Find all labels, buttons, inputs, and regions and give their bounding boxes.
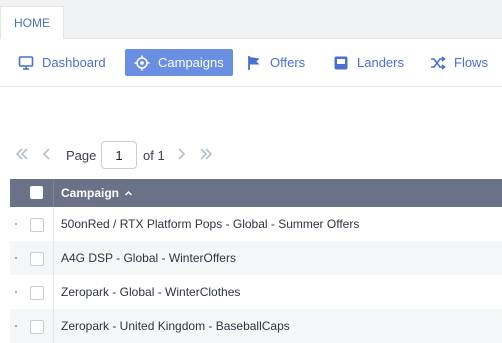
row-checkbox[interactable] (30, 286, 44, 300)
square-icon (333, 55, 349, 71)
main-nav: Dashboard Campaigns Offers Landers Flows (0, 39, 502, 87)
table-row[interactable]: 50onRed / RTX Platform Pops - Global - S… (10, 207, 502, 241)
campaign-name: Zeropark - Global - WinterClothes (61, 285, 241, 299)
campaign-column-header[interactable]: Campaign (61, 186, 133, 200)
row-checkbox[interactable] (30, 320, 44, 334)
table-row[interactable]: Zeropark - United Kingdom - BaseballCaps (10, 309, 502, 343)
nav-item-flows[interactable]: Flows (430, 49, 488, 76)
campaign-name: A4G DSP - Global - WinterOffers (61, 251, 236, 265)
column-divider (53, 179, 54, 207)
nav-item-label: Flows (454, 55, 488, 70)
first-page-icon[interactable] (14, 146, 30, 162)
column-divider (53, 207, 54, 241)
row-handle (15, 223, 17, 225)
tab-bar: HOME (0, 0, 502, 39)
campaign-column-label: Campaign (61, 186, 120, 200)
shuffle-icon (430, 55, 446, 71)
flag-icon (246, 55, 262, 71)
prev-page-icon[interactable] (39, 146, 55, 162)
column-divider (53, 309, 54, 343)
column-divider (53, 275, 54, 309)
row-handle (15, 325, 17, 327)
nav-item-landers[interactable]: Landers (333, 49, 404, 76)
nav-item-campaigns[interactable]: Campaigns (125, 49, 233, 76)
nav-item-dashboard[interactable]: Dashboard (18, 49, 106, 76)
page-label: Page (66, 148, 97, 163)
sort-asc-icon (124, 189, 133, 198)
pagination: Page of 1 (0, 141, 260, 169)
tab-home-label: HOME (14, 16, 50, 30)
row-checkbox[interactable] (30, 252, 44, 266)
campaign-name: Zeropark - United Kingdom - BaseballCaps (61, 319, 290, 333)
nav-item-label: Offers (270, 55, 306, 70)
table-header: Campaign (10, 179, 502, 207)
nav-item-offers[interactable]: Offers (246, 49, 305, 76)
target-icon (134, 55, 150, 71)
row-handle (15, 291, 17, 293)
page-count-label: of 1 (143, 148, 165, 163)
monitor-icon (18, 55, 34, 71)
page-number-input[interactable] (101, 141, 137, 169)
campaign-name: 50onRed / RTX Platform Pops - Global - S… (61, 217, 360, 231)
next-page-icon[interactable] (173, 146, 189, 162)
last-page-icon[interactable] (198, 146, 214, 162)
table-row[interactable]: Zeropark - Global - WinterClothes (10, 275, 502, 309)
table-row[interactable]: A4G DSP - Global - WinterOffers (10, 241, 502, 275)
row-checkbox[interactable] (30, 218, 44, 232)
row-handle (15, 257, 17, 259)
nav-item-label: Campaigns (158, 55, 224, 70)
tab-home[interactable]: HOME (0, 6, 64, 39)
nav-item-label: Dashboard (42, 55, 106, 70)
nav-item-label: Landers (357, 55, 404, 70)
column-divider (53, 241, 54, 275)
select-all-checkbox[interactable] (30, 186, 43, 199)
